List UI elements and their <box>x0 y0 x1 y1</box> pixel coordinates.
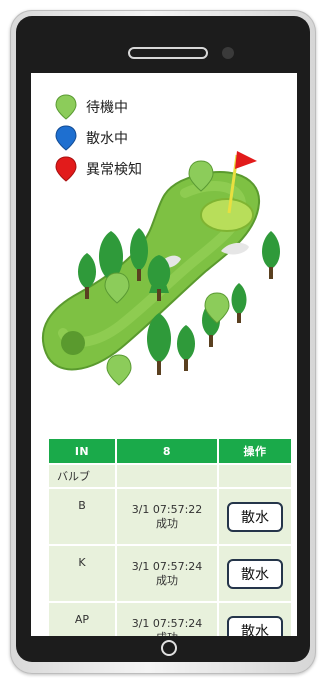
status-time: 3/1 07:57:24 <box>131 616 203 630</box>
legend-label-waiting: 待機中 <box>86 99 128 116</box>
legend-waiting: 待機中 <box>55 91 142 122</box>
header-count: 8 <box>117 439 217 463</box>
putting-green <box>200 198 254 232</box>
flag-icon <box>235 151 257 169</box>
golf-course-map <box>41 151 280 386</box>
valve-table: IN 8 操作 バルブ B 3/1 07:57:22 成功 散水 K 3/1 0… <box>47 437 293 636</box>
speaker-grille <box>128 47 208 59</box>
valve-name: K <box>49 546 115 601</box>
pin-green-icon <box>55 93 77 120</box>
status-time: 3/1 07:57:24 <box>131 559 203 573</box>
section-label: バルブ <box>49 465 115 487</box>
tree <box>231 283 247 315</box>
valve-name: AP <box>49 603 115 636</box>
table-header-row: IN 8 操作 <box>49 439 291 463</box>
spray-button[interactable]: 散水 <box>227 558 283 589</box>
table-row: K 3/1 07:57:24 成功 散水 <box>49 546 291 601</box>
spray-button[interactable]: 散水 <box>227 615 283 636</box>
tee-box <box>61 331 85 355</box>
valve-name: B <box>49 489 115 544</box>
front-camera <box>222 47 234 59</box>
valve-status: 3/1 07:57:24 成功 <box>117 546 217 601</box>
app-screen: 待機中 散水中 異常検知 IN 8 操作 バルブ B 3/1 07:57:22 … <box>31 73 297 636</box>
home-button[interactable] <box>161 640 177 656</box>
section-row: バルブ <box>49 465 291 487</box>
status-time: 3/1 07:57:22 <box>131 502 203 516</box>
header-operation: 操作 <box>219 439 291 463</box>
status-result: 成功 <box>156 573 178 587</box>
table-row: B 3/1 07:57:22 成功 散水 <box>49 489 291 544</box>
valve-status: 3/1 07:57:24 成功 <box>117 603 217 636</box>
status-result: 成功 <box>118 631 216 637</box>
valve-status: 3/1 07:57:22 成功 <box>117 489 217 544</box>
status-result: 成功 <box>156 516 178 530</box>
tree <box>177 325 195 361</box>
header-in: IN <box>49 439 115 463</box>
table-row: AP 3/1 07:57:24 成功 散水 <box>49 603 291 636</box>
valve-pin-icon <box>106 354 132 386</box>
spray-button[interactable]: 散水 <box>227 501 283 532</box>
tree <box>262 231 280 269</box>
